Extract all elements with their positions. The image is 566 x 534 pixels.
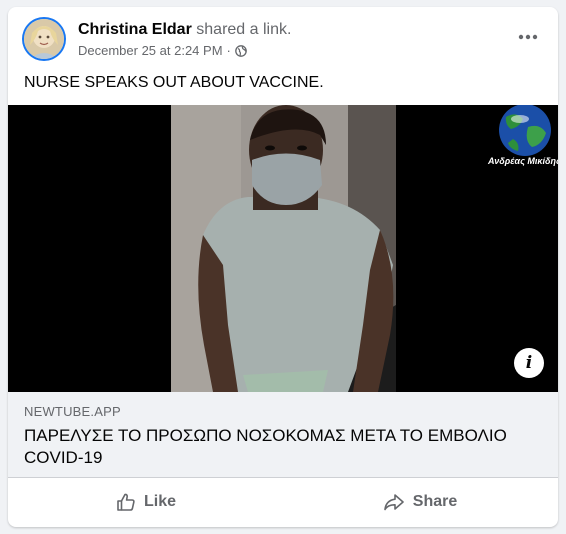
author-line: Christina Eldar shared a link.	[78, 21, 291, 39]
video-frame-image: Ανδρέας Μικίδης	[8, 105, 558, 392]
meta-separator: ·	[226, 43, 231, 58]
link-preview[interactable]: NEWTUBE.APP ΠΑΡΕΛΥΣΕ ΤΟ ΠΡΟΣΩΠΟ ΝΟΣΟΚΟΜΑ…	[8, 392, 558, 478]
share-button[interactable]: Share	[286, 484, 554, 520]
more-options-button[interactable]	[516, 29, 540, 45]
post-card: Christina Eldar shared a link. December …	[8, 7, 558, 527]
share-label: Share	[412, 493, 458, 510]
thumbs-up-icon	[116, 492, 136, 512]
info-icon: i	[525, 353, 533, 373]
watermark-text: Ανδρέας Μικίδης	[487, 156, 558, 166]
post-meta: December 25 at 2:24 PM ·	[78, 43, 247, 58]
share-arrow-icon	[383, 492, 405, 512]
post-header: Christina Eldar shared a link. December …	[8, 7, 558, 67]
link-domain: NEWTUBE.APP	[24, 404, 121, 419]
action-text: shared a link.	[196, 21, 292, 38]
avatar[interactable]	[24, 19, 64, 59]
timestamp[interactable]: December 25 at 2:24 PM	[78, 43, 223, 58]
post-text: NURSE SPEAKS OUT ABOUT VACCINE.	[24, 74, 324, 91]
watermark-globe-image	[499, 105, 551, 156]
info-button[interactable]: i	[514, 348, 544, 378]
like-label: Like	[143, 493, 176, 510]
video-thumbnail[interactable]: Ανδρέας Μικίδης i	[8, 105, 558, 392]
globe-icon[interactable]	[235, 44, 247, 57]
action-bar: Like Share	[8, 478, 558, 527]
link-title[interactable]: ΠΑΡΕΛΥΣΕ ΤΟ ΠΡΟΣΩΠΟ ΝΟΣΟΚΟΜΑΣ ΜΕΤΑ ΤΟ ΕΜ…	[24, 425, 534, 469]
author-name[interactable]: Christina Eldar	[78, 21, 192, 38]
like-button[interactable]: Like	[12, 484, 280, 520]
